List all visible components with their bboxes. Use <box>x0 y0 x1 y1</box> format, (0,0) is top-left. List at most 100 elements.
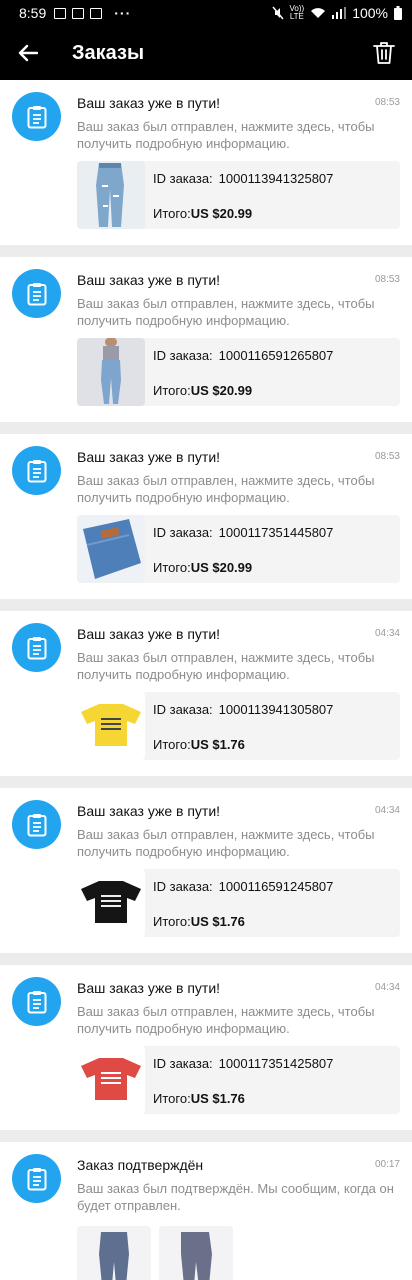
order-id-row: ID заказа: 1000113941325807 <box>153 171 334 186</box>
order-total-row: Итого:US $1.76 <box>153 1091 245 1106</box>
order-summary[interactable]: ID заказа: 1000117351445807 Итого:US $20.… <box>77 515 400 583</box>
order-summary[interactable]: ID заказа: 1000113941325807 Итого:US $20.… <box>77 161 400 229</box>
order-total: US $20.99 <box>190 383 253 398</box>
order-id: 1000117351425807 <box>218 1056 334 1071</box>
order-id: 1000113941325807 <box>218 171 334 186</box>
notification-title: Ваш заказ уже в пути! <box>77 95 221 111</box>
product-thumbnail <box>77 338 145 406</box>
order-avatar <box>12 623 61 672</box>
notification-title: Ваш заказ уже в пути! <box>77 626 221 642</box>
order-total: US $1.76 <box>190 1091 245 1106</box>
notification-description: Ваш заказ был отправлен, нажмите здесь, … <box>77 1004 375 1036</box>
notification-card[interactable]: Ваш заказ уже в пути! 08:53 Ваш заказ бы… <box>0 434 412 599</box>
order-avatar <box>12 446 61 495</box>
order-id-row: ID заказа: 1000116591245807 <box>153 879 334 894</box>
arrow-left-icon <box>18 44 38 62</box>
order-summary[interactable]: ID заказа: 1000116591265807 Итого:US $20.… <box>77 338 400 406</box>
clipboard-icon <box>27 282 46 305</box>
product-thumbnail <box>77 161 145 229</box>
battery-percent: 100% <box>352 5 388 21</box>
trash-icon <box>373 42 395 64</box>
notification-time: 04:34 <box>374 628 400 639</box>
notification-description: Ваш заказ был подтверждён. Мы сообщим, к… <box>77 1181 394 1213</box>
app-bar: Заказы <box>0 26 412 80</box>
order-id: 1000116591265807 <box>218 348 334 363</box>
mail-icon <box>72 7 85 19</box>
order-avatar <box>12 977 61 1026</box>
product-thumbnail[interactable] <box>77 1226 151 1280</box>
notification-card[interactable]: Ваш заказ уже в пути! 04:34 Ваш заказ бы… <box>0 611 412 776</box>
notification-time: 00:17 <box>374 1159 400 1170</box>
notification-description: Ваш заказ был отправлен, нажмите здесь, … <box>77 119 375 151</box>
clipboard-icon <box>27 105 46 128</box>
status-time: 8:59 <box>19 5 47 21</box>
order-summary[interactable]: ID заказа: 1000116591245807 Итого:US $1.7… <box>77 869 400 937</box>
product-thumbnail <box>77 869 145 937</box>
notification-time: 04:34 <box>374 982 400 993</box>
order-total-row: Итого:US $1.76 <box>153 737 245 752</box>
signal-icon <box>332 7 347 19</box>
clipboard-icon <box>27 990 46 1013</box>
order-avatar <box>12 800 61 849</box>
page-title: Заказы <box>72 41 145 64</box>
clipboard-icon <box>27 1167 46 1190</box>
order-total: US $1.76 <box>190 914 245 929</box>
notification-description: Ваш заказ был отправлен, нажмите здесь, … <box>77 296 375 328</box>
order-total-row: Итого:US $1.76 <box>153 914 245 929</box>
notification-icons: ··· <box>54 5 131 21</box>
system-icons: Vo)) LTE 100% <box>271 4 402 21</box>
notification-description: Ваш заказ был отправлен, нажмите здесь, … <box>77 473 375 505</box>
battery-icon <box>394 6 402 20</box>
notification-title: Заказ подтверждён <box>77 1157 204 1173</box>
order-avatar <box>12 1154 61 1203</box>
notification-card[interactable]: Ваш заказ уже в пути! 04:34 Ваш заказ бы… <box>0 788 412 953</box>
product-thumbnail <box>77 515 145 583</box>
order-total-row: Итого:US $20.99 <box>153 383 253 398</box>
notification-card[interactable]: Заказ подтверждён 00:17 Ваш заказ был по… <box>0 1142 412 1280</box>
order-total-row: Итого:US $20.99 <box>153 560 253 575</box>
order-summary[interactable]: ID заказа: 1000113941305807 Итого:US $1.7… <box>77 692 400 760</box>
notification-time: 04:34 <box>374 805 400 816</box>
notification-description: Ваш заказ был отправлен, нажмите здесь, … <box>77 650 375 682</box>
order-id: 1000116591245807 <box>218 879 334 894</box>
notification-time: 08:53 <box>374 97 400 108</box>
more-dots-icon: ··· <box>114 5 132 21</box>
notification-card[interactable]: Ваш заказ уже в пути! 04:34 Ваш заказ бы… <box>0 965 412 1130</box>
order-total: US $20.99 <box>190 560 253 575</box>
product-thumbnail <box>77 692 145 760</box>
notification-description: Ваш заказ был отправлен, нажмите здесь, … <box>77 827 375 859</box>
clipboard-icon <box>27 636 46 659</box>
mute-icon <box>271 6 284 20</box>
mail-icon <box>90 7 103 19</box>
clipboard-icon <box>27 813 46 836</box>
clipboard-icon <box>27 459 46 482</box>
wifi-icon <box>311 8 326 18</box>
back-button[interactable] <box>0 26 56 80</box>
status-bar: 8:59 ··· Vo)) LTE 100% <box>0 0 412 26</box>
delete-button[interactable] <box>356 26 412 80</box>
notification-title: Ваш заказ уже в пути! <box>77 980 221 996</box>
order-total: US $20.99 <box>190 206 253 221</box>
order-total-row: Итого:US $20.99 <box>153 206 253 221</box>
notification-card[interactable]: Ваш заказ уже в пути! 08:53 Ваш заказ бы… <box>0 257 412 422</box>
order-avatar <box>12 269 61 318</box>
volte-icon: Vo)) LTE <box>289 4 305 21</box>
notification-card[interactable]: Ваш заказ уже в пути! 08:53 Ваш заказ бы… <box>0 80 412 245</box>
product-thumbnail <box>77 1046 145 1114</box>
notification-title: Ваш заказ уже в пути! <box>77 272 221 288</box>
order-total: US $1.76 <box>190 737 245 752</box>
order-id-row: ID заказа: 1000117351425807 <box>153 1056 334 1071</box>
product-images <box>77 1226 233 1280</box>
order-id-row: ID заказа: 1000113941305807 <box>153 702 334 717</box>
order-id-row: ID заказа: 1000117351445807 <box>153 525 334 540</box>
image-icon <box>54 7 67 19</box>
notification-title: Ваш заказ уже в пути! <box>77 449 221 465</box>
order-id: 1000113941305807 <box>218 702 334 717</box>
product-thumbnail[interactable] <box>159 1226 233 1280</box>
order-avatar <box>12 92 61 141</box>
order-id-row: ID заказа: 1000116591265807 <box>153 348 334 363</box>
order-id: 1000117351445807 <box>218 525 334 540</box>
notification-title: Ваш заказ уже в пути! <box>77 803 221 819</box>
order-summary[interactable]: ID заказа: 1000117351425807 Итого:US $1.7… <box>77 1046 400 1114</box>
notification-time: 08:53 <box>374 451 400 462</box>
